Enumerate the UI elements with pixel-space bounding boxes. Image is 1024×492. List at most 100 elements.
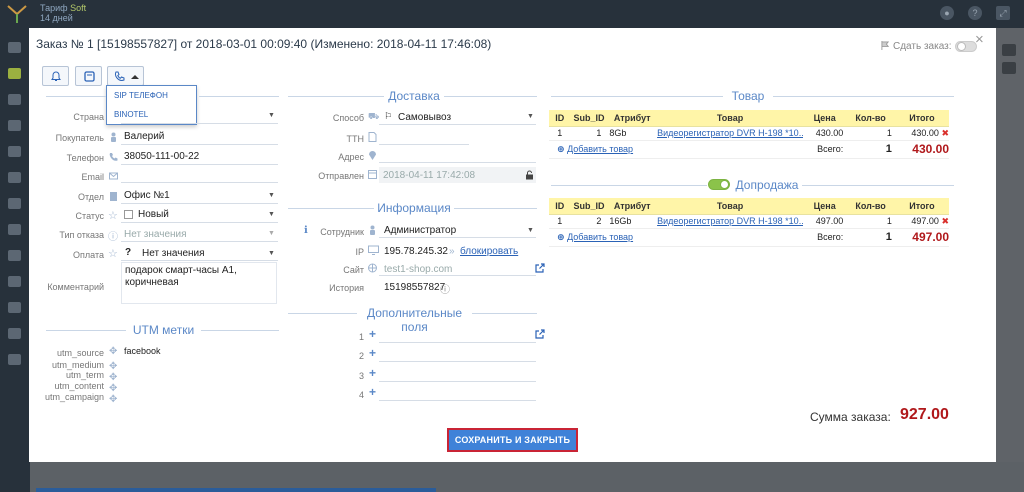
address-label: Адрес [338,152,364,162]
plus-icon[interactable]: + [369,327,376,341]
cell-qty[interactable]: 1 [846,214,895,229]
col-header: Товар [657,110,804,127]
site-value: test1-shop.com [384,264,453,275]
extra-field-3[interactable] [379,381,536,382]
order-sum-value: 927.00 [900,406,949,423]
divider [46,330,126,331]
status-select[interactable]: Новый [138,209,169,220]
phone-menu-item-binotel[interactable]: BINOTEL [107,105,196,124]
building-icon [110,192,117,201]
col-header: Итого [894,110,949,127]
sidebar-chart-icon[interactable] [8,224,21,235]
divider [773,96,954,97]
add-product-link[interactable]: Добавить товар [567,232,633,242]
ip-label: IP [355,247,364,257]
field-underline [121,164,278,165]
chevron-down-icon: ▼ [268,192,275,199]
country-select[interactable] [121,123,278,124]
crosshair-icon: ✥ [109,361,118,372]
right-panel-play-icon[interactable] [1002,62,1016,74]
delete-icon[interactable]: ✖ [941,216,949,226]
ttn-field[interactable] [379,144,469,145]
app-topbar: Тариф Soft 14 дней ● ? ⤢ [0,0,1024,28]
save-and-close-button[interactable]: СОХРАНИТЬ И ЗАКРЫТЬ [447,428,578,452]
upsell-toggle[interactable] [708,179,730,190]
flag-icon [881,41,890,50]
info-icon: ℹ [304,225,308,236]
lock-icon[interactable] [525,170,534,180]
add-product-link[interactable]: Добавить товар [567,144,633,154]
toggle-knob [720,180,729,189]
cell-price[interactable]: 430.00 [803,126,847,141]
sidebar-monitor-icon[interactable] [8,42,21,53]
utm-content-label: utm_content [54,381,104,391]
app-logo-icon[interactable] [6,4,28,24]
crosshair-icon: ✥ [109,383,118,394]
cell-qty[interactable]: 1 [846,126,895,141]
help-icon[interactable]: ? [968,6,982,20]
sidebar-delivery-icon[interactable] [8,146,21,157]
col-header: ID [549,198,571,215]
bottom-bar [36,488,436,492]
extra-field-label: 1 [358,332,364,342]
phone-menu-item-sip[interactable]: SIP ТЕЛЕФОН [107,86,196,105]
department-select[interactable]: Офис №1 [124,190,170,201]
sidebar-eye-icon[interactable] [8,328,21,339]
product-link[interactable]: Видеорегистратор DVR H-198 *10... [657,214,804,229]
plus-icon[interactable]: + [369,385,376,399]
goods-total-row: ⊕ Добавить товар Всего: 1 430.00 [549,140,949,159]
right-panel-icon[interactable] [1002,44,1016,56]
cell-price[interactable]: 497.00 [803,214,847,229]
phone-icon [109,153,118,161]
method-select[interactable]: Самовывоз [398,112,451,123]
comment-field[interactable]: подарок смарт-часы А1, коричневая [121,262,277,304]
address-field[interactable] [379,162,536,163]
sms-button[interactable] [75,66,102,86]
app-sidebar [0,28,30,492]
star-icon: ☆ [108,248,118,260]
cell-sub-id: 1 [570,126,608,141]
plus-icon[interactable]: + [369,346,376,360]
country-label: Страна [73,112,104,122]
sidebar-truck-icon[interactable] [8,172,21,183]
fullscreen-icon[interactable]: ⤢ [996,6,1010,20]
sidebar-users-icon[interactable] [8,94,21,105]
sent-label: Отправлен [318,171,364,181]
tariff-name: Soft [70,3,87,13]
sidebar-video-icon[interactable] [8,354,21,365]
sidebar-gear-icon[interactable] [8,276,21,287]
delete-icon[interactable]: ✖ [941,128,949,138]
chevrons-right-icon: » [449,246,455,257]
extra-field-2[interactable] [379,361,536,362]
plus-icon[interactable]: + [369,366,376,380]
share-toggle[interactable] [955,41,977,52]
extra-field-1[interactable] [379,342,536,343]
phone-field[interactable]: 38050-111-00-22 [124,151,199,162]
user-icon[interactable]: ● [940,6,954,20]
external-link-icon[interactable] [535,329,545,339]
plus-circle-icon[interactable]: ⊕ [557,232,565,242]
sidebar-orders-icon[interactable] [8,68,21,79]
sidebar-docs-icon[interactable] [8,198,21,209]
sidebar-products-icon[interactable] [8,120,21,131]
payment-select[interactable]: Нет значения [142,248,205,259]
extra-field-4[interactable] [379,400,536,401]
field-underline [121,203,278,204]
sidebar-settings-icon[interactable] [8,250,21,261]
total-label: Всего: [803,228,847,247]
refusal-select[interactable]: Нет значения [124,229,187,240]
info-icon[interactable]: ⓘ [440,281,450,296]
employee-select[interactable]: Администратор [384,225,456,236]
toggle-knob [957,42,966,51]
close-icon[interactable]: × [975,31,984,48]
call-button[interactable] [107,66,144,86]
block-ip-link[interactable]: блокировать [460,246,518,257]
notify-button[interactable] [42,66,69,86]
external-link-icon[interactable] [535,263,545,273]
crosshair-icon: ✥ [109,372,118,383]
product-link[interactable]: Видеорегистратор DVR H-198 *10... [657,126,804,141]
buyer-field[interactable]: Валерий [124,131,164,142]
chevron-down-icon: ▼ [268,250,275,257]
plus-circle-icon[interactable]: ⊕ [557,144,565,154]
sidebar-phone-icon[interactable] [8,302,21,313]
